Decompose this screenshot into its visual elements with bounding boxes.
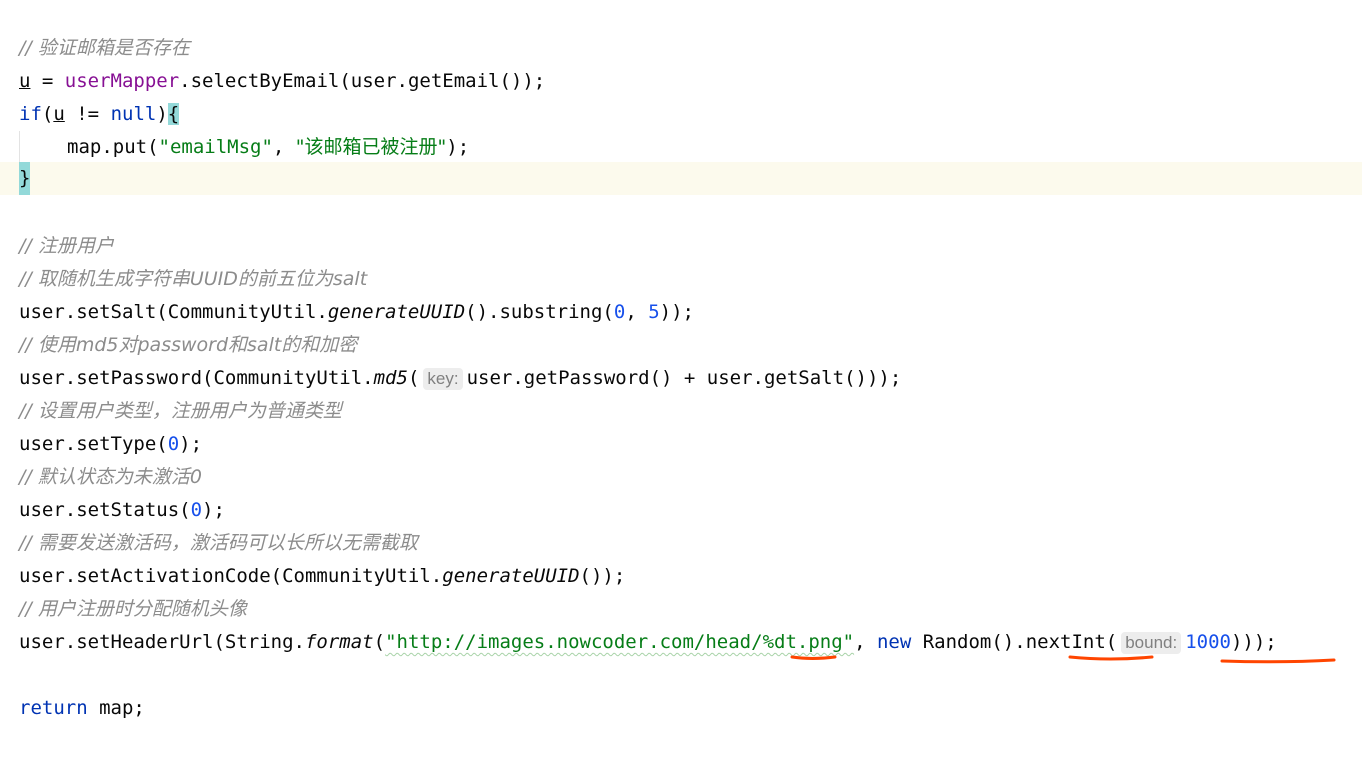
set-activation-call: user.setActivationCode(CommunityUtil.	[19, 565, 443, 587]
return-value: map;	[87, 697, 145, 719]
brace-close-match: }	[19, 162, 31, 195]
new-keyword: new	[876, 631, 912, 653]
random-constructor: Random()	[911, 631, 1015, 653]
comment-type: // 设置用户类型，注册用户为普通类型	[19, 400, 342, 422]
param-hint-bound: bound:	[1121, 632, 1182, 654]
code-line-13[interactable]: user.setType(0);	[0, 428, 1362, 461]
set-password-call: user.setPassword(CommunityUtil.	[19, 367, 374, 389]
annotation-underline-bound	[1220, 658, 1336, 664]
code-line-7[interactable]: // 注册用户	[0, 230, 1362, 263]
if-keyword: if	[19, 103, 42, 125]
set-activation-statement: user.setActivationCode(CommunityUtil.gen…	[19, 560, 625, 593]
field-user-mapper: userMapper	[64, 70, 180, 92]
paren: )	[156, 103, 168, 125]
comment-verify-email: // 验证邮箱是否存在	[19, 37, 190, 59]
number-0: 0	[167, 433, 180, 455]
statement-end: )));	[1230, 631, 1277, 653]
set-status-statement: user.setStatus(0);	[19, 494, 225, 527]
if-statement: if(u != null){	[19, 98, 180, 131]
password-salt-args: user.getPassword() + user.getSalt()));	[466, 367, 902, 389]
code-line-9[interactable]: user.setSalt(CommunityUtil.generateUUID(…	[0, 296, 1362, 329]
return-keyword: return	[19, 697, 88, 719]
md5-method: md5	[373, 367, 408, 389]
not-equal-operator: !=	[64, 103, 111, 125]
comment-register: // 注册用户	[19, 235, 114, 257]
code-line-4[interactable]: map.put("emailMsg", "该邮箱已被注册");	[0, 131, 1362, 164]
null-keyword: null	[110, 103, 157, 125]
code-line-18[interactable]: // 用户注册时分配随机头像	[0, 593, 1362, 626]
generate-uuid-method: generateUUID	[442, 565, 580, 587]
string-email-key: "emailMsg"	[158, 136, 273, 158]
set-header-url-call: user.setHeaderUrl(String.	[19, 631, 305, 653]
map-put-statement: map.put("emailMsg", "该邮箱已被注册");	[67, 131, 469, 164]
paren: (	[1105, 631, 1118, 653]
set-header-url-statement: user.setHeaderUrl(String.format("http://…	[19, 626, 1277, 659]
comma: ,	[272, 136, 296, 158]
code-line-19[interactable]: user.setHeaderUrl(String.format("http://…	[0, 626, 1362, 659]
variable-u: u	[19, 70, 31, 92]
generate-uuid-method: generateUUID	[327, 301, 466, 323]
set-salt-call: user.setSalt(CommunityUtil.	[19, 301, 328, 323]
comment-salt: // 取随机生成字符串UUID的前五位为salt	[19, 268, 368, 290]
number-1000: 1000	[1185, 631, 1231, 653]
code-line-11[interactable]: user.setPassword(CommunityUtil.md5(key: u…	[0, 362, 1362, 395]
number-0: 0	[613, 301, 626, 323]
code-line-17[interactable]: user.setActivationCode(CommunityUtil.gen…	[0, 560, 1362, 593]
string-url: "http://images.nowcoder.com/head/%dt.png…	[385, 631, 855, 653]
number-5: 5	[648, 301, 660, 323]
return-statement: return map;	[19, 692, 145, 725]
comment-activation: // 需要发送激活码，激活码可以长所以无需截取	[19, 532, 418, 554]
comma: ,	[625, 301, 649, 323]
statement-end: ());	[579, 565, 626, 587]
set-status-call: user.setStatus(	[19, 499, 191, 521]
comment-md5: // 使用md5对password和salt的和加密	[19, 334, 358, 356]
code-line-15[interactable]: user.setStatus(0);	[0, 494, 1362, 527]
indent-guide	[19, 131, 20, 164]
statement-end: );	[202, 499, 225, 521]
statement-end: );	[179, 433, 203, 455]
format-method: format	[304, 631, 374, 653]
comment-header: // 用户注册时分配随机头像	[19, 598, 247, 620]
code-line-21[interactable]: return map;	[0, 692, 1362, 725]
string-email-msg: "该邮箱已被注册"	[295, 136, 447, 158]
select-by-email-statement: u = userMapper.selectByEmail(user.getEma…	[19, 65, 545, 98]
code-line-2[interactable]: u = userMapper.selectByEmail(user.getEma…	[0, 65, 1362, 98]
statement-end: );	[446, 136, 470, 158]
param-hint-key: key:	[423, 368, 463, 390]
code-line-5-current[interactable]: }	[0, 162, 1362, 195]
assign-operator: =	[30, 70, 65, 92]
code-line-1[interactable]: // 验证邮箱是否存在	[0, 32, 1362, 65]
comment-status: // 默认状态为未激活0	[19, 466, 202, 488]
map-put-call: map.put(	[67, 136, 159, 158]
set-type-call: user.setType(	[19, 433, 168, 455]
set-password-statement: user.setPassword(CommunityUtil.md5(key: u…	[19, 362, 901, 395]
code-line-8[interactable]: // 取随机生成字符串UUID的前五位为salt	[0, 263, 1362, 296]
statement-end: ));	[659, 301, 694, 323]
code-line-14[interactable]: // 默认状态为未激活0	[0, 461, 1362, 494]
number-0: 0	[190, 499, 203, 521]
substring-call: ().substring(	[465, 301, 614, 323]
set-type-statement: user.setType(0);	[19, 428, 202, 461]
comma: ,	[854, 631, 877, 653]
code-line-16[interactable]: // 需要发送激活码，激活码可以长所以无需截取	[0, 527, 1362, 560]
code-line-12[interactable]: // 设置用户类型，注册用户为普通类型	[0, 395, 1362, 428]
paren: (	[373, 631, 386, 653]
paren: (	[407, 367, 420, 389]
variable-u: u	[53, 103, 65, 125]
select-call: .selectByEmail(user.getEmail());	[179, 70, 546, 92]
next-int-method: .nextInt	[1014, 631, 1106, 653]
set-salt-statement: user.setSalt(CommunityUtil.generateUUID(…	[19, 296, 694, 329]
paren: (	[41, 103, 54, 125]
code-line-3[interactable]: if(u != null){	[0, 98, 1362, 131]
code-line-10[interactable]: // 使用md5对password和salt的和加密	[0, 329, 1362, 362]
brace-open-match: {	[167, 103, 180, 125]
